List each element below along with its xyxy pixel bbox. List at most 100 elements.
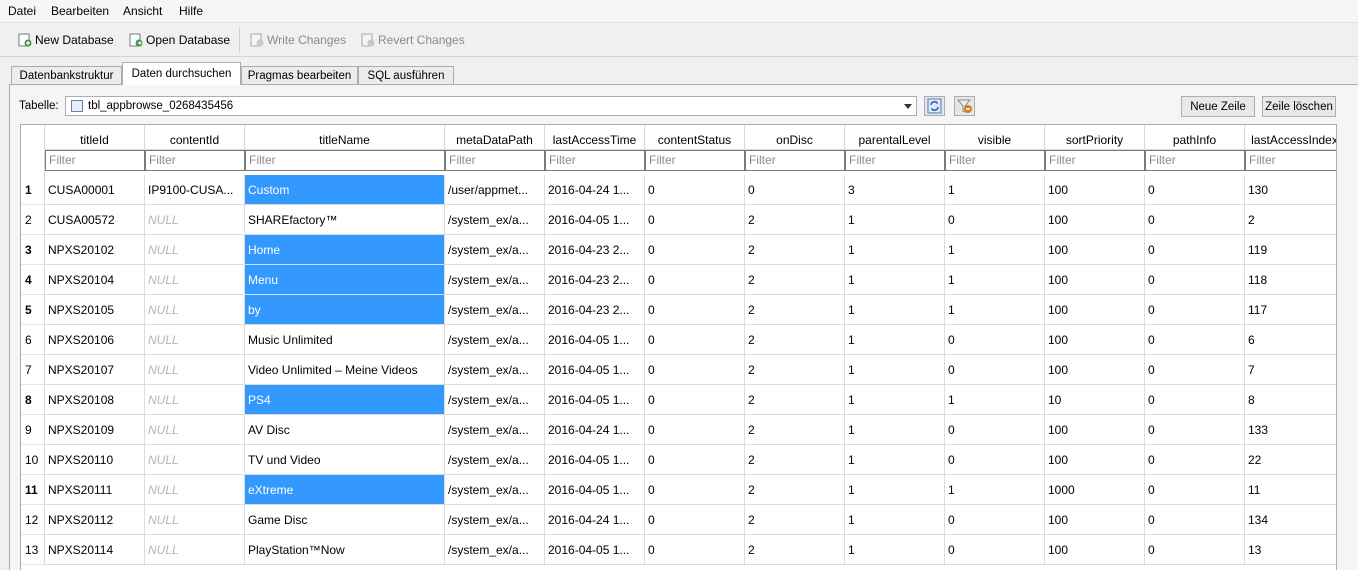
cell-titleId[interactable]: NPXS20109	[45, 415, 145, 445]
cell-titleName[interactable]: SHAREfactory™	[245, 205, 445, 235]
cell-sortPriority[interactable]: 1000	[1045, 475, 1145, 505]
cell-lastAccessTime[interactable]: 2016-04-05 1...	[545, 355, 645, 385]
cell-contentId[interactable]: NULL	[145, 535, 245, 565]
filter-input-visible[interactable]: Filter	[945, 150, 1045, 171]
cell-contentId[interactable]: NULL	[145, 325, 245, 355]
cell-pathInfo[interactable]: 0	[1145, 235, 1245, 265]
cell-contentStatus[interactable]: 0	[645, 415, 745, 445]
cell-lastAccessTime[interactable]: 2016-04-23 2...	[545, 265, 645, 295]
cell-titleName[interactable]: Home	[245, 235, 445, 265]
column-header-sortPriority[interactable]: sortPriority	[1045, 125, 1145, 150]
cell-lastAccessTime[interactable]: 2016-04-05 1...	[545, 385, 645, 415]
cell-sortPriority[interactable]: 100	[1045, 265, 1145, 295]
filter-input-contentStatus[interactable]: Filter	[645, 150, 745, 171]
cell-titleName[interactable]: Game Disc	[245, 505, 445, 535]
cell-metaDataPath[interactable]: /system_ex/a...	[445, 295, 545, 325]
cell-lastAccessTime[interactable]: 2016-04-05 1...	[545, 475, 645, 505]
cell-lastAccessIndex[interactable]: 11	[1245, 475, 1336, 505]
filter-input-onDisc[interactable]: Filter	[745, 150, 845, 171]
cell-pathInfo[interactable]: 0	[1145, 325, 1245, 355]
cell-parentalLevel[interactable]: 1	[845, 475, 945, 505]
cell-metaDataPath[interactable]: /system_ex/a...	[445, 325, 545, 355]
cell-contentId[interactable]: NULL	[145, 265, 245, 295]
cell-titleName[interactable]: Video Unlimited – Meine Videos	[245, 355, 445, 385]
cell-onDisc[interactable]: 2	[745, 295, 845, 325]
cell-titleName[interactable]: PlayStation™Now	[245, 535, 445, 565]
cell-contentStatus[interactable]: 0	[645, 535, 745, 565]
cell-visible[interactable]: 1	[945, 475, 1045, 505]
cell-parentalLevel[interactable]: 1	[845, 325, 945, 355]
cell-metaDataPath[interactable]: /system_ex/a...	[445, 535, 545, 565]
row-header[interactable]: 7	[21, 355, 45, 385]
cell-visible[interactable]: 1	[945, 265, 1045, 295]
cell-lastAccessIndex[interactable]: 2	[1245, 205, 1336, 235]
cell-sortPriority[interactable]: 100	[1045, 505, 1145, 535]
row-header[interactable]: 13	[21, 535, 45, 565]
cell-visible[interactable]: 0	[945, 355, 1045, 385]
cell-lastAccessTime[interactable]: 2016-04-24 1...	[545, 505, 645, 535]
cell-metaDataPath[interactable]: /system_ex/a...	[445, 265, 545, 295]
menu-datei[interactable]: Datei	[8, 4, 36, 18]
cell-contentStatus[interactable]: 0	[645, 205, 745, 235]
menu-bearbeiten[interactable]: Bearbeiten	[51, 4, 109, 18]
cell-parentalLevel[interactable]: 1	[845, 265, 945, 295]
column-header-titleName[interactable]: titleName	[245, 125, 445, 150]
column-header-lastAccessIndex[interactable]: lastAccessIndex	[1245, 125, 1336, 150]
cell-contentStatus[interactable]: 0	[645, 355, 745, 385]
cell-parentalLevel[interactable]: 1	[845, 205, 945, 235]
cell-metaDataPath[interactable]: /system_ex/a...	[445, 415, 545, 445]
cell-lastAccessIndex[interactable]: 133	[1245, 415, 1336, 445]
cell-sortPriority[interactable]: 100	[1045, 355, 1145, 385]
filter-input-lastAccessIndex[interactable]: Filter	[1245, 150, 1336, 171]
row-header[interactable]: 12	[21, 505, 45, 535]
cell-titleName[interactable]: AV Disc	[245, 415, 445, 445]
cell-contentId[interactable]: NULL	[145, 445, 245, 475]
write-changes-button[interactable]: Write Changes	[250, 32, 346, 48]
cell-contentStatus[interactable]: 0	[645, 295, 745, 325]
cell-pathInfo[interactable]: 0	[1145, 205, 1245, 235]
cell-metaDataPath[interactable]: /system_ex/a...	[445, 505, 545, 535]
filter-input-titleName[interactable]: Filter	[245, 150, 445, 171]
cell-onDisc[interactable]: 2	[745, 205, 845, 235]
cell-visible[interactable]: 0	[945, 505, 1045, 535]
cell-parentalLevel[interactable]: 1	[845, 295, 945, 325]
cell-visible[interactable]: 0	[945, 445, 1045, 475]
cell-lastAccessIndex[interactable]: 13	[1245, 535, 1336, 565]
cell-lastAccessIndex[interactable]: 119	[1245, 235, 1336, 265]
cell-pathInfo[interactable]: 0	[1145, 265, 1245, 295]
cell-lastAccessIndex[interactable]: 6	[1245, 325, 1336, 355]
cell-metaDataPath[interactable]: /system_ex/a...	[445, 445, 545, 475]
cell-visible[interactable]: 1	[945, 175, 1045, 205]
cell-contentId[interactable]: NULL	[145, 205, 245, 235]
cell-contentId[interactable]: NULL	[145, 415, 245, 445]
cell-contentId[interactable]: IP9100-CUSA...	[145, 175, 245, 205]
cell-visible[interactable]: 0	[945, 325, 1045, 355]
cell-onDisc[interactable]: 2	[745, 265, 845, 295]
cell-titleName[interactable]: Custom	[245, 175, 445, 205]
cell-pathInfo[interactable]: 0	[1145, 475, 1245, 505]
cell-onDisc[interactable]: 2	[745, 415, 845, 445]
column-header-parentalLevel[interactable]: parentalLevel	[845, 125, 945, 150]
menu-hilfe[interactable]: Hilfe	[179, 4, 203, 18]
row-header[interactable]: 3	[21, 235, 45, 265]
menu-ansicht[interactable]: Ansicht	[123, 4, 162, 18]
cell-metaDataPath[interactable]: /system_ex/a...	[445, 355, 545, 385]
cell-metaDataPath[interactable]: /user/appmet...	[445, 175, 545, 205]
cell-sortPriority[interactable]: 100	[1045, 325, 1145, 355]
refresh-button[interactable]	[924, 96, 945, 116]
cell-titleId[interactable]: NPXS20104	[45, 265, 145, 295]
filter-input-contentId[interactable]: Filter	[145, 150, 245, 171]
cell-titleId[interactable]: NPXS20105	[45, 295, 145, 325]
cell-titleId[interactable]: NPXS20108	[45, 385, 145, 415]
column-header-contentStatus[interactable]: contentStatus	[645, 125, 745, 150]
row-header[interactable]: 6	[21, 325, 45, 355]
cell-contentId[interactable]: NULL	[145, 505, 245, 535]
cell-titleId[interactable]: CUSA00572	[45, 205, 145, 235]
cell-visible[interactable]: 0	[945, 535, 1045, 565]
column-header-titleId[interactable]: titleId	[45, 125, 145, 150]
cell-metaDataPath[interactable]: /system_ex/a...	[445, 385, 545, 415]
cell-visible[interactable]: 1	[945, 235, 1045, 265]
cell-onDisc[interactable]: 2	[745, 235, 845, 265]
new-database-button[interactable]: New Database	[18, 32, 114, 48]
cell-parentalLevel[interactable]: 1	[845, 445, 945, 475]
